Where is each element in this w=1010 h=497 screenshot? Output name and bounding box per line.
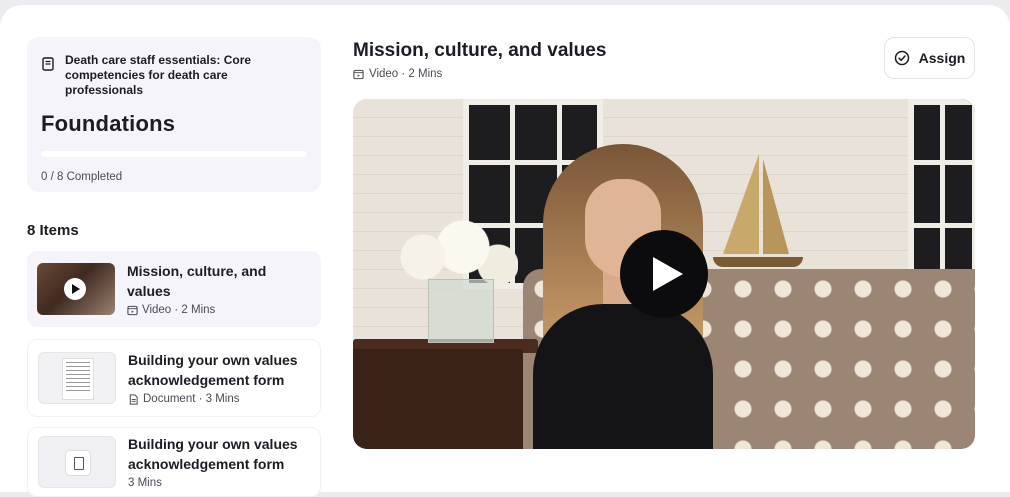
video-thumbnail [37, 263, 115, 315]
course-name: Death care staff essentials: Core compet… [65, 53, 252, 97]
file-icon [65, 450, 91, 476]
course-row: Death care staff essentials: Core compet… [41, 53, 307, 98]
course-card: Death care staff essentials: Core compet… [27, 37, 321, 192]
lesson-meta: Video · 2 Mins [353, 68, 442, 80]
video-icon [353, 69, 364, 79]
document-preview [62, 358, 94, 400]
page: Death care staff essentials: Core compet… [0, 5, 1010, 497]
item-title: Building your own values acknowledgement… [128, 436, 298, 472]
page-title: Mission, culture, and values [353, 40, 607, 61]
item-meta-text: 3 Mins [128, 477, 162, 489]
document-thumbnail [38, 352, 116, 404]
document-icon [129, 393, 138, 405]
item-meta: Document · 3 Mins [128, 393, 310, 405]
assign-label: Assign [918, 50, 966, 66]
progress-text: 0 / 8 Completed [41, 171, 123, 183]
video-scene-window [908, 99, 975, 279]
video-player[interactable] [353, 99, 975, 449]
video-scene-presenter [503, 144, 743, 449]
item-meta: Video · 2 Mins [127, 304, 311, 316]
list-item[interactable]: Mission, culture, and values Video · 2 M… [27, 251, 321, 327]
lesson-meta-text: Video · 2 Mins [369, 68, 443, 80]
play-button[interactable] [620, 230, 708, 318]
item-title: Building your own values acknowledgement… [128, 352, 298, 388]
item-meta-text: Video · 2 Mins [142, 304, 216, 316]
assign-button[interactable]: Assign [884, 37, 975, 79]
module-title: Foundations [41, 111, 176, 136]
progress-bar [41, 151, 307, 157]
file-thumbnail [38, 436, 116, 488]
item-title: Mission, culture, and values [127, 263, 267, 299]
list-item[interactable]: Building your own values acknowledgement… [27, 427, 321, 497]
book-icon [42, 57, 54, 71]
video-scene-vase [428, 279, 494, 343]
video-scene-sailboat [763, 159, 789, 254]
video-icon [127, 305, 138, 315]
list-item[interactable]: Building your own values acknowledgement… [27, 339, 321, 417]
items-heading: 8 Items [27, 222, 79, 239]
item-meta-text: Document · 3 Mins [143, 393, 240, 405]
video-scene-table [353, 349, 523, 449]
play-icon [64, 278, 86, 300]
item-meta: 3 Mins [128, 477, 310, 489]
check-circle-icon [894, 50, 909, 66]
